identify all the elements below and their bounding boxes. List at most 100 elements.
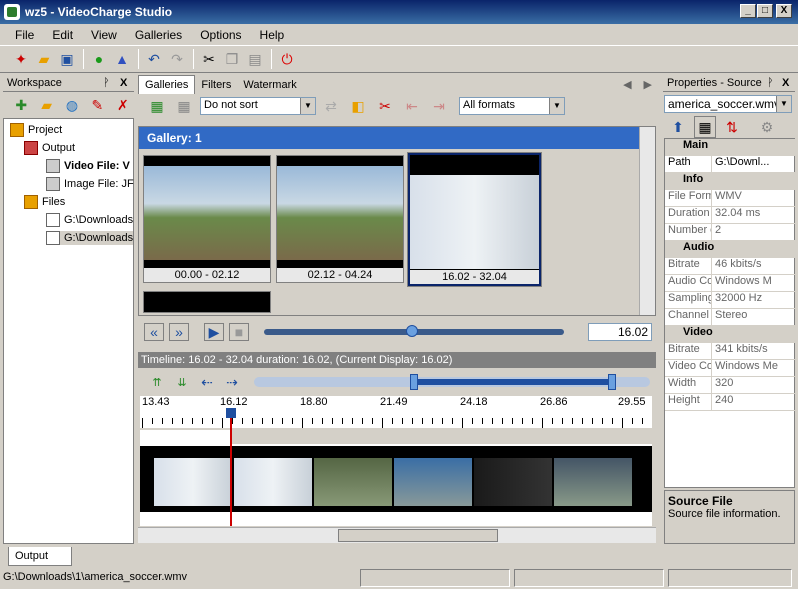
close-button[interactable]: X [776, 4, 792, 18]
next-icon[interactable]: » [169, 323, 189, 341]
frame [314, 458, 392, 506]
remove-gallery-icon[interactable]: ▦ [173, 95, 195, 117]
menu-file[interactable]: File [6, 26, 43, 44]
prop-video-codec[interactable]: Video Co Windows Me [665, 360, 796, 377]
move-left-icon[interactable]: ⇤ [401, 95, 423, 117]
category-video[interactable]: Video [665, 326, 796, 343]
menu-options[interactable]: Options [191, 26, 250, 44]
prop-width[interactable]: Width 320 [665, 377, 796, 394]
alphabetical-icon[interactable]: ⇅ [721, 116, 743, 138]
tree-video-file[interactable]: Video File: V [46, 159, 130, 173]
playhead[interactable] [230, 412, 232, 526]
add-gallery-icon[interactable]: ▦ [146, 95, 168, 117]
tab-scroll-left-icon[interactable]: ◀ [617, 75, 637, 94]
new-icon[interactable]: ✦ [10, 48, 32, 70]
tree-file-1[interactable]: G:\Downloads [46, 213, 133, 227]
range-left-icon[interactable]: ⇠ [196, 371, 218, 393]
prop-audio-bitrate[interactable]: Bitrate 46 kbits/s [665, 258, 796, 275]
tick-label: 26.86 [540, 396, 568, 408]
open-icon[interactable]: ▰ [33, 48, 55, 70]
maximize-button[interactable]: □ [757, 4, 773, 18]
menu-help[interactable]: Help [251, 26, 294, 44]
prev-icon[interactable]: « [144, 323, 164, 341]
stop-icon[interactable]: ⏻ [276, 48, 298, 70]
output-icon [24, 141, 38, 155]
thumbnail-1[interactable]: 00.00 - 02.12 [143, 155, 271, 283]
tree-output[interactable]: Output [24, 141, 75, 155]
add-folder-icon[interactable]: ▰ [36, 94, 56, 116]
delete-icon[interactable]: ✗ [113, 94, 133, 116]
tree-files[interactable]: Files [24, 195, 65, 209]
up-icon[interactable]: ⬆ [667, 116, 689, 138]
zoom-out-icon[interactable]: ⇊ [171, 371, 193, 393]
category-audio[interactable]: Audio [665, 241, 796, 258]
cut-icon[interactable]: ✂ [198, 48, 220, 70]
undo-icon[interactable]: ↶ [143, 48, 165, 70]
range-right-icon[interactable]: ⇢ [221, 371, 243, 393]
prop-duration[interactable]: Duration 32.04 ms [665, 207, 796, 224]
stop-playback-icon[interactable]: ■ [229, 323, 249, 341]
save-icon[interactable]: ▣ [56, 48, 78, 70]
add-output-icon[interactable]: ✚ [11, 94, 31, 116]
toolbar-separator [271, 49, 272, 69]
prop-path[interactable]: Path G:\Downl... [665, 156, 796, 173]
prop-format[interactable]: File Form WMV [665, 190, 796, 207]
merge-icon[interactable]: ◧ [347, 95, 369, 117]
redo-icon[interactable]: ↷ [166, 48, 188, 70]
range-slider[interactable] [254, 374, 650, 390]
sort-action-icon[interactable]: ⇄ [320, 95, 342, 117]
playhead-marker[interactable] [226, 408, 236, 418]
seek-thumb[interactable] [406, 325, 418, 337]
tree-project[interactable]: Project [10, 123, 62, 137]
thumbnail-3-selected[interactable]: 16.02 - 32.04 [407, 152, 542, 287]
prop-number[interactable]: Number c2 [665, 224, 796, 241]
zoom-in-icon[interactable]: ⇈ [146, 371, 168, 393]
cut-clip-icon[interactable]: ✂ [374, 95, 396, 117]
tree-image-file[interactable]: Image File: JF [46, 177, 134, 191]
sort-select[interactable]: Do not sort [200, 97, 316, 115]
prop-channels[interactable]: Channel I Stereo [665, 309, 796, 326]
edit-icon[interactable]: ✎ [87, 94, 107, 116]
pin-icon[interactable]: ᚹ [103, 77, 110, 89]
formats-select[interactable]: All formats [459, 97, 565, 115]
move-right-icon[interactable]: ⇥ [428, 95, 450, 117]
prop-video-bitrate[interactable]: Bitrate 341 kbits/s [665, 343, 796, 360]
tree-file-2[interactable]: G:\Downloads [46, 231, 134, 245]
settings-icon[interactable]: ⚙ [756, 116, 778, 138]
prop-audio-codec[interactable]: Audio Co Windows M [665, 275, 796, 292]
prop-sampling[interactable]: Sampling 32000 Hz [665, 292, 796, 309]
category-info[interactable]: Info [665, 173, 796, 190]
minimize-button[interactable]: _ [740, 4, 756, 18]
tab-output[interactable]: Output [8, 547, 72, 566]
category-main[interactable]: Main [665, 139, 796, 156]
filmstrip[interactable] [140, 408, 652, 526]
copy-icon[interactable]: ❐ [221, 48, 243, 70]
thumbnail-2[interactable]: 02.12 - 04.24 [276, 155, 404, 283]
gallery-scrollbar[interactable] [639, 127, 655, 315]
timeline-scrollbar[interactable] [138, 527, 656, 543]
position-field[interactable]: 16.02 [588, 323, 652, 341]
prop-height[interactable]: Height 240 [665, 394, 796, 411]
menu-view[interactable]: View [82, 26, 126, 44]
thumbnail-4[interactable] [143, 291, 271, 313]
pin-icon[interactable]: ᚹ [767, 77, 774, 89]
source-select[interactable]: america_soccer.wmv [664, 95, 792, 113]
menu-galleries[interactable]: Galleries [126, 26, 191, 44]
paste-icon[interactable]: ▤ [244, 48, 266, 70]
wizard-icon[interactable]: ▲ [111, 48, 133, 70]
properties-close-icon[interactable]: X [782, 77, 789, 89]
range-end-handle[interactable] [608, 374, 616, 390]
tab-galleries[interactable]: Galleries [138, 75, 196, 94]
play-icon[interactable]: ▶ [204, 323, 224, 341]
workspace-close-icon[interactable]: X [120, 77, 127, 89]
seek-slider[interactable] [264, 325, 564, 337]
range-start-handle[interactable] [410, 374, 418, 390]
categorized-icon[interactable]: ▦ [694, 116, 716, 138]
menu-edit[interactable]: Edit [43, 26, 82, 44]
run-icon[interactable]: ● [88, 48, 110, 70]
tab-watermark[interactable]: Watermark [237, 76, 302, 94]
tab-filters[interactable]: Filters [195, 76, 237, 94]
scroll-thumb[interactable] [338, 529, 498, 542]
tab-scroll-right-icon[interactable]: ▶ [638, 75, 658, 94]
add-web-icon[interactable]: ◍ [62, 94, 82, 116]
